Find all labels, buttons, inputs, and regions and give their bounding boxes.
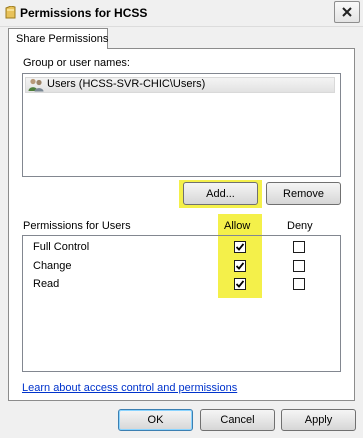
folder-icon [5,5,16,19]
deny-change-checkbox[interactable] [293,260,305,272]
permission-row-label: Full Control [33,241,90,253]
close-icon [342,7,352,17]
list-item-label: Users (HCSS-SVR-CHIC\Users) [47,78,206,90]
allow-read-checkbox[interactable] [234,278,246,290]
window-title: Permissions for HCSS [20,6,148,20]
add-button[interactable]: Add... [183,182,258,205]
apply-button[interactable]: Apply [281,409,356,431]
cancel-button[interactable]: Cancel [200,409,275,431]
permissions-list [22,235,341,372]
allow-column-header: Allow [224,220,251,232]
group-list-label: Group or user names: [23,57,130,69]
permissions-label: Permissions for Users [23,220,131,232]
tab-label: Share Permissions [16,33,109,45]
permission-row-label: Change [33,260,72,272]
close-button[interactable] [334,1,360,23]
deny-column-header: Deny [287,220,313,232]
deny-read-checkbox[interactable] [293,278,305,290]
checkmark-icon [236,280,244,288]
tab-share-permissions[interactable]: Share Permissions [8,28,108,49]
checkmark-icon [236,262,244,270]
ok-button[interactable]: OK [118,409,193,431]
remove-button[interactable]: Remove [266,182,341,205]
permission-row-label: Read [33,278,60,290]
deny-full-control-checkbox[interactable] [293,241,305,253]
allow-full-control-checkbox[interactable] [234,241,246,253]
allow-change-checkbox[interactable] [234,260,246,272]
learn-more-link[interactable]: Learn about access control and permissio… [22,382,237,394]
users-icon [28,78,44,92]
checkmark-icon [236,243,244,251]
